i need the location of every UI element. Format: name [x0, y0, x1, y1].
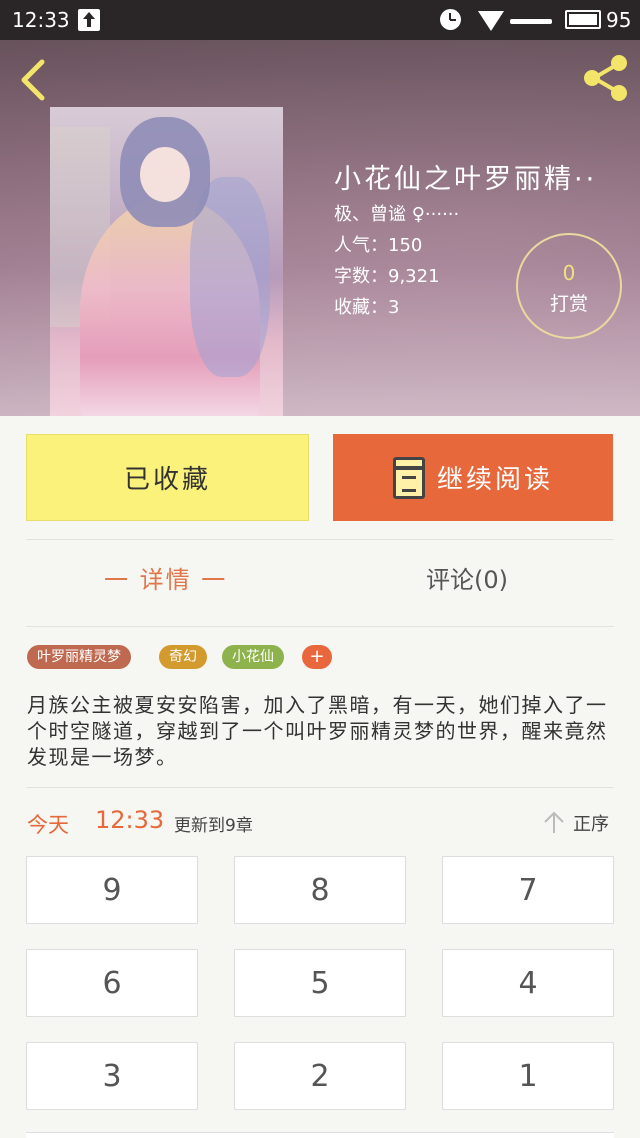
book-icon — [392, 456, 425, 499]
favorite-button[interactable]: 已收藏 — [26, 434, 309, 521]
back-icon[interactable] — [16, 58, 52, 102]
tab-comments[interactable]: 评论(0) — [426, 560, 508, 595]
chapter-button[interactable]: 6 — [26, 949, 198, 1017]
signal-icon — [510, 19, 552, 24]
book-header: 小花仙之叶罗丽精·· 极、曾谧 ♀······ 人气：150 字数：9,321 … — [0, 40, 640, 416]
chapter-button[interactable]: 8 — [234, 856, 406, 924]
sort-arrow-icon[interactable] — [543, 810, 565, 834]
favorite-button-label: 已收藏 — [123, 465, 211, 495]
more-chapters-row — [26, 1132, 614, 1138]
book-favorites: 收藏：3 — [334, 297, 400, 318]
tag-item[interactable]: 奇幻 — [159, 645, 207, 669]
book-cover-image[interactable] — [50, 107, 283, 416]
update-text: 更新到9章 — [174, 816, 253, 836]
chapter-button[interactable]: 3 — [26, 1042, 198, 1110]
book-title: 小花仙之叶罗丽精·· — [334, 164, 598, 195]
tag-item[interactable]: 小花仙 — [222, 645, 284, 669]
alarm-icon — [440, 9, 461, 30]
chapter-button[interactable]: 1 — [442, 1042, 614, 1110]
continue-reading-label: 继续阅读 — [436, 465, 553, 495]
battery-icon — [565, 10, 601, 29]
continue-reading-button[interactable]: 继续阅读 — [333, 434, 613, 521]
update-day: 今天 — [27, 813, 69, 837]
chapter-button[interactable]: 2 — [234, 1042, 406, 1110]
battery-percent: 95 — [606, 8, 632, 32]
status-time: 12:33 — [12, 8, 70, 32]
book-popularity: 人气：150 — [334, 235, 423, 256]
chapter-button[interactable]: 4 — [442, 949, 614, 1017]
chapter-button[interactable]: 9 — [26, 856, 198, 924]
sort-order-button[interactable]: 正序 — [573, 810, 609, 836]
reward-count: 0 — [562, 261, 576, 285]
reward-button[interactable]: 0 打赏 — [516, 233, 622, 339]
share-icon[interactable] — [580, 54, 630, 102]
divider — [26, 539, 614, 540]
status-bar: 12:33 95 — [0, 0, 640, 40]
add-tag-button[interactable]: + — [302, 645, 332, 669]
book-word-count: 字数：9,321 — [334, 266, 440, 287]
chapter-button[interactable]: 5 — [234, 949, 406, 1017]
divider — [26, 787, 614, 788]
book-author[interactable]: 极、曾谧 ♀······ — [334, 200, 459, 226]
tab-details[interactable]: 一 详情 一 — [104, 560, 249, 595]
update-time: 12:33 — [95, 806, 165, 834]
chapter-button[interactable]: 7 — [442, 856, 614, 924]
tag-item[interactable]: 叶罗丽精灵梦 — [27, 645, 131, 669]
reward-label: 打赏 — [549, 293, 588, 315]
upload-icon — [78, 9, 100, 31]
wifi-icon — [478, 11, 504, 31]
book-description: 月族公主被夏安安陷害，加入了黑暗，有一天，她们掉入了一个时空隧道，穿越到了一个叫… — [27, 693, 608, 769]
divider — [26, 626, 614, 627]
